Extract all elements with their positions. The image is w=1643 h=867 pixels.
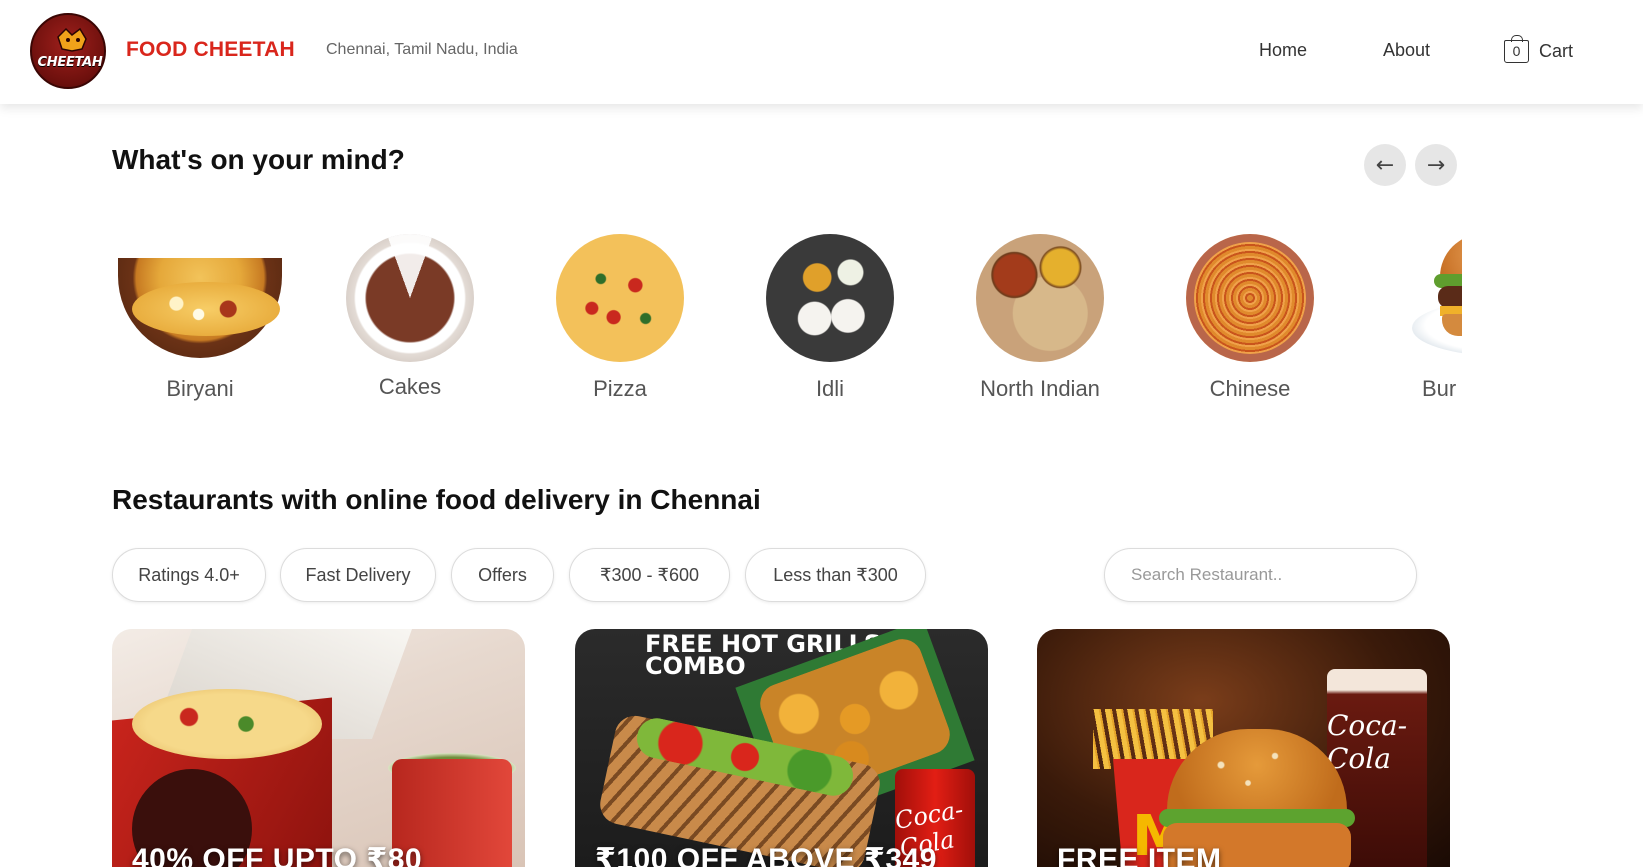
burger-patty xyxy=(1438,286,1462,308)
card-offer-text: ₹100 OFF ABOVE ₹349 xyxy=(595,843,937,867)
category-north-indian[interactable]: North Indian xyxy=(952,228,1128,418)
filter-offers[interactable]: Offers xyxy=(451,548,554,602)
cake-slice xyxy=(346,234,474,362)
restaurant-card[interactable]: FREE HOT GRILLS COMBO Coca-Cola ₹100 OFF… xyxy=(575,629,988,867)
category-pizza[interactable]: Pizza xyxy=(532,228,708,418)
biryani-image xyxy=(118,258,282,358)
restaurant-card[interactable]: M Coca-Cola FREE ITEM xyxy=(1037,629,1450,867)
card-offer-text: FREE ITEM xyxy=(1057,843,1222,867)
filter-ratings[interactable]: Ratings 4.0+ xyxy=(112,548,266,602)
cart-icon: 0 xyxy=(1504,34,1529,63)
nav-home-link[interactable]: Home xyxy=(1259,40,1307,61)
category-idli[interactable]: Idli xyxy=(742,228,918,418)
top-header: CHEETAH FOOD CHEETAH Chennai, Tamil Nadu… xyxy=(0,0,1643,104)
cart-count: 0 xyxy=(1512,43,1521,59)
category-label: Pizza xyxy=(593,376,647,401)
burger-image xyxy=(1412,234,1462,362)
cakes-image xyxy=(346,234,474,362)
north-indian-image xyxy=(976,234,1104,362)
category-label: Cakes xyxy=(378,374,442,399)
filter-less-than-300[interactable]: Less than ₹300 xyxy=(745,548,926,602)
arrow-right-icon: → xyxy=(1426,152,1446,178)
chinese-image xyxy=(1186,234,1314,362)
cart-label: Cart xyxy=(1539,40,1574,61)
category-biryani[interactable]: Biryani xyxy=(112,228,288,418)
mind-section-title: What's on your mind? xyxy=(112,144,405,175)
category-chinese[interactable]: Chinese xyxy=(1162,228,1338,418)
location-text: Chennai, Tamil Nadu, India xyxy=(326,41,518,58)
category-label: Idli xyxy=(815,376,845,401)
nav-cart-link[interactable]: 0 Cart xyxy=(1504,34,1574,64)
category-label: Biryani xyxy=(166,376,234,401)
cheetah-head-icon xyxy=(57,27,87,52)
idli-image xyxy=(766,234,894,362)
restaurants-section-title: Restaurants with online food delivery in… xyxy=(112,484,761,515)
pizza-image xyxy=(556,234,684,362)
restaurant-card[interactable]: 40% OFF UPTO ₹80 xyxy=(112,629,525,867)
cheetah-logo[interactable]: CHEETAH xyxy=(30,13,106,89)
search-restaurant-input[interactable] xyxy=(1104,548,1417,602)
nav-about-link[interactable]: About xyxy=(1383,40,1430,61)
filter-fast-delivery[interactable]: Fast Delivery xyxy=(280,548,436,602)
filter-price-300-600[interactable]: ₹300 - ₹600 xyxy=(569,548,730,602)
logo-text: CHEETAH xyxy=(37,55,103,70)
category-label: Bur xyxy=(1422,376,1457,401)
brand-name[interactable]: FOOD CHEETAH xyxy=(126,38,295,62)
card-glass-text: Coca-Cola xyxy=(1327,709,1408,775)
category-cakes[interactable]: Cakes xyxy=(322,228,498,418)
category-carousel: Biryani Cakes Pizza Idli North Indian Ch… xyxy=(112,228,1462,418)
card-offer-text: 40% OFF UPTO ₹80 xyxy=(132,843,423,867)
category-label: Chinese xyxy=(1209,376,1291,401)
carousel-prev-button[interactable]: ← xyxy=(1364,144,1406,186)
arrow-left-icon: ← xyxy=(1375,152,1395,178)
card-image-noodles xyxy=(132,689,322,759)
biryani-rice xyxy=(132,282,280,336)
carousel-next-button[interactable]: → xyxy=(1415,144,1457,186)
category-label: North Indian xyxy=(980,376,1100,401)
category-burger[interactable]: Bur xyxy=(1372,228,1462,418)
